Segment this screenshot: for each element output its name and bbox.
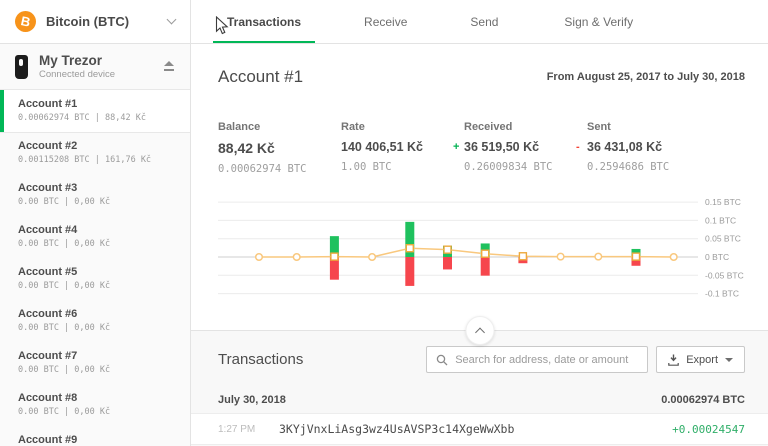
main-content: Transactions Receive Send Sign & Verify Acc… [191,0,768,446]
sidebar-account-1[interactable]: Account #10.00062974 BTC | 88,42 Kč [0,90,190,132]
svg-text:-0.1 BTC: -0.1 BTC [705,289,739,299]
device-name: My Trezor [39,53,163,68]
device-status: Connected device [39,69,163,80]
sidebar-account-4[interactable]: Account #40.00 BTC | 0,00 Kč [0,216,190,258]
coin-selector-label: Bitcoin (BTC) [46,14,168,29]
transactions-title: Transactions [218,351,426,368]
bitcoin-icon: B [15,11,36,32]
account-panel: Account #1 From August 25, 2017 to July … [191,44,768,330]
summary-received: Received+36 519,50 Kč0.26009834 BTC [464,121,587,175]
sidebar-account-9[interactable]: Account #90.00 BTC | 0,00 Kč [0,426,190,446]
tab-send[interactable]: Send [456,0,512,43]
plus-sign: + [453,141,459,153]
search-icon [436,354,448,366]
eject-icon[interactable] [163,61,175,72]
balance-chart: 0.15 BTC 0.1 BTC 0.05 BTC 0 BTC -0.05 BTC -0.… [218,199,745,321]
account-list: Account #10.00062974 BTC | 88,42 KčAccou… [0,90,190,446]
balance-summary: Balance88,42 Kč0.00062974 BTCRate140 406… [218,121,745,175]
tx-date: July 30, 2018 [218,394,286,406]
page-title: Account #1 [218,67,303,87]
export-label: Export [686,354,718,366]
svg-text:0.1 BTC: 0.1 BTC [705,215,736,225]
sidebar-account-7[interactable]: Account #70.00 BTC | 0,00 Kč [0,342,190,384]
date-range: From August 25, 2017 to July 30, 2018 [547,71,745,83]
search-input[interactable] [455,354,638,366]
tx-day-total: 0.00062974 BTC [661,394,745,406]
chart-svg: 0.15 BTC 0.1 BTC 0.05 BTC 0 BTC -0.05 BTC -0.… [218,199,745,321]
device-row: My Trezor Connected device [0,44,190,90]
sidebar-account-5[interactable]: Account #50.00 BTC | 0,00 Kč [0,258,190,300]
svg-text:0.15 BTC: 0.15 BTC [705,199,741,207]
transaction-list: July 30, 2018 0.00062974 BTC 1:27 PM 3KYjVn… [191,388,768,445]
collapse-chart-button[interactable] [465,316,494,345]
sidebar-account-2[interactable]: Account #20.00115208 BTC | 161,76 Kč [0,132,190,174]
tx-date-header: July 30, 2018 0.00062974 BTC [191,388,768,413]
transaction-row[interactable]: 1:27 PM 3KYjVnxLiAsg3wz4UsAVSP3c14XgeWwXb… [191,413,768,445]
trezor-device-icon [15,55,28,79]
sidebar-account-8[interactable]: Account #80.00 BTC | 0,00 Kč [0,384,190,426]
tab-transactions[interactable]: Transactions [213,0,315,43]
svg-text:0 BTC: 0 BTC [705,252,729,262]
caret-down-icon [725,358,733,362]
summary-rate: Rate140 406,51 Kč1.00 BTC [341,121,464,175]
tab-bar: Transactions Receive Send Sign & Verify [191,0,768,44]
tab-sign-verify[interactable]: Sign & Verify [550,0,647,43]
svg-text:0.05 BTC: 0.05 BTC [705,234,741,244]
chevron-up-icon [475,328,485,338]
tx-amount: +0.00024547 [672,423,745,436]
sidebar: B Bitcoin (BTC) My Trezor Connected devi… [0,0,191,446]
coin-selector[interactable]: B Bitcoin (BTC) [0,0,190,44]
tx-address: 3KYjVnxLiAsg3wz4UsAVSP3c14XgeWwXbb [279,422,672,436]
sidebar-account-3[interactable]: Account #30.00 BTC | 0,00 Kč [0,174,190,216]
summary-balance: Balance88,42 Kč0.00062974 BTC [218,121,341,175]
tab-receive[interactable]: Receive [350,0,421,43]
trezor-wallet-app: B Bitcoin (BTC) My Trezor Connected devi… [0,0,768,446]
sidebar-account-6[interactable]: Account #60.00 BTC | 0,00 Kč [0,300,190,342]
transactions-section: Transactions Export Jul [191,330,768,446]
chevron-down-icon [167,15,177,25]
download-icon [668,354,679,366]
export-button[interactable]: Export [656,346,745,373]
tx-time: 1:27 PM [218,424,263,435]
minus-sign: - [576,141,580,153]
search-box [426,346,648,373]
summary-sent: Sent-36 431,08 Kč0.2594686 BTC [587,121,710,175]
svg-text:-0.05 BTC: -0.05 BTC [705,270,744,280]
